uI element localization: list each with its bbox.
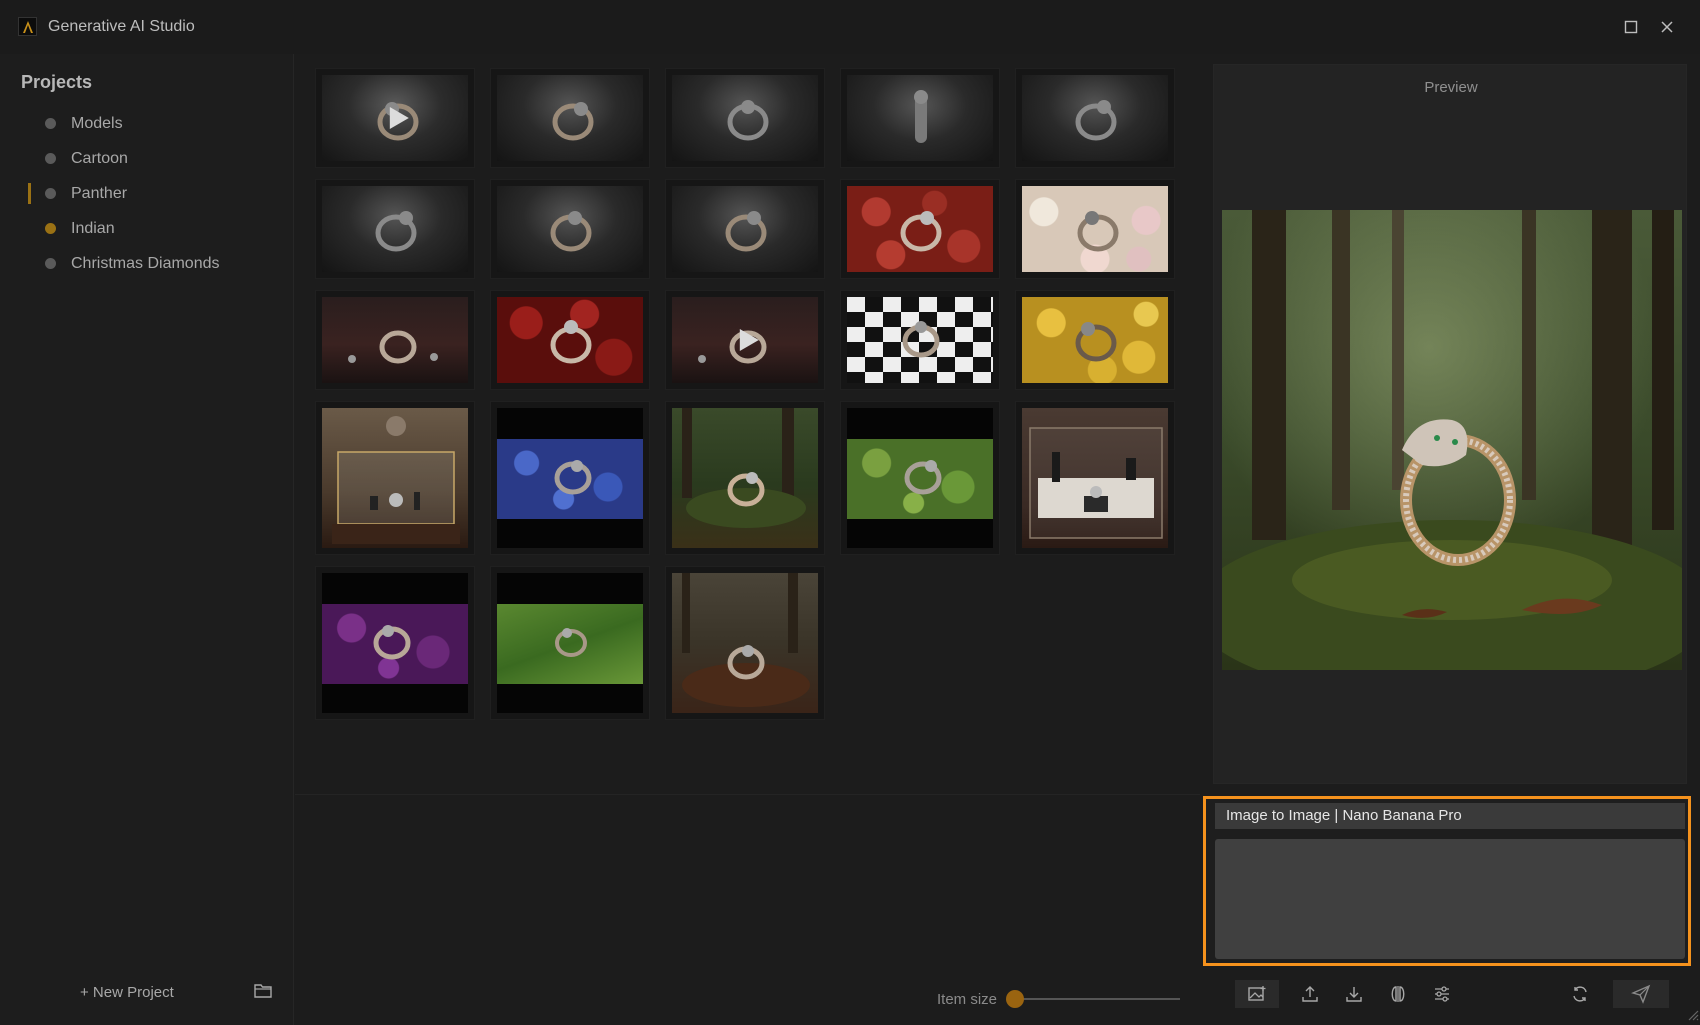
project-label: Christmas Diamonds xyxy=(71,254,220,272)
window-title: Generative AI Studio xyxy=(48,18,195,35)
gallery-item[interactable] xyxy=(1015,290,1175,390)
app-logo-icon xyxy=(18,17,37,36)
sidebar: Projects Models Cartoon Panther Indian C… xyxy=(0,54,294,1025)
project-dot xyxy=(45,258,56,269)
project-item-models[interactable]: Models xyxy=(0,106,294,141)
refresh-icon[interactable] xyxy=(1565,980,1595,1008)
title-bar: Generative AI Studio xyxy=(0,0,1700,54)
gallery-item[interactable] xyxy=(840,68,1000,168)
gallery-item[interactable] xyxy=(665,401,825,555)
prompt-input[interactable] xyxy=(1215,839,1685,959)
mode-label: Image to Image | Nano Banana Pro xyxy=(1226,807,1462,824)
project-dot xyxy=(45,118,56,129)
project-item-indian[interactable]: Indian xyxy=(0,211,294,246)
selected-marker xyxy=(28,183,31,204)
project-item-cartoon[interactable]: Cartoon xyxy=(0,141,294,176)
gallery-grid xyxy=(295,54,1200,794)
gallery-item[interactable] xyxy=(490,566,650,720)
project-item-panther[interactable]: Panther xyxy=(0,176,294,211)
maximize-icon[interactable] xyxy=(1618,14,1644,40)
close-icon[interactable] xyxy=(1654,14,1680,40)
preview-label: Preview xyxy=(1424,79,1478,96)
project-dot xyxy=(45,188,56,199)
play-icon xyxy=(389,107,409,129)
compare-icon[interactable] xyxy=(1383,980,1413,1008)
project-list: Models Cartoon Panther Indian Christmas … xyxy=(0,106,294,281)
gallery-item[interactable] xyxy=(1015,68,1175,168)
play-icon xyxy=(739,329,759,351)
add-image-icon[interactable] xyxy=(1235,980,1279,1008)
gallery-item[interactable] xyxy=(315,179,475,279)
mode-selector[interactable]: Image to Image | Nano Banana Pro xyxy=(1215,803,1685,829)
project-item-christmas-diamonds[interactable]: Christmas Diamonds xyxy=(0,246,294,281)
download-icon[interactable] xyxy=(1339,980,1369,1008)
project-label: Panther xyxy=(71,184,128,202)
gallery-item[interactable] xyxy=(490,290,650,390)
new-project-button[interactable]: + New Project xyxy=(80,984,174,1001)
project-label: Models xyxy=(71,114,123,132)
gallery-item[interactable] xyxy=(1015,401,1175,555)
gallery-item[interactable] xyxy=(840,179,1000,279)
gallery-item[interactable] xyxy=(490,179,650,279)
project-dot xyxy=(45,223,56,234)
prompt-panel: Image to Image | Nano Banana Pro xyxy=(1203,796,1691,966)
gallery-item[interactable] xyxy=(315,68,475,168)
folder-icon[interactable] xyxy=(254,982,274,1000)
gallery-item[interactable] xyxy=(315,290,475,390)
project-dot xyxy=(45,153,56,164)
app-window: Generative AI Studio Projects Models Car… xyxy=(0,0,1700,1025)
gallery-item[interactable] xyxy=(1015,179,1175,279)
gallery-item[interactable] xyxy=(840,290,1000,390)
gallery-item[interactable] xyxy=(490,401,650,555)
preview-panel: Preview xyxy=(1213,64,1687,784)
item-size-slider-knob[interactable] xyxy=(1006,990,1024,1008)
gallery-item[interactable] xyxy=(840,401,1000,555)
projects-heading: Projects xyxy=(21,72,93,92)
gallery-item[interactable] xyxy=(315,401,475,555)
gallery-item[interactable] xyxy=(665,179,825,279)
gallery-footer xyxy=(295,794,1200,1025)
send-icon[interactable] xyxy=(1613,980,1669,1008)
resize-grip-icon[interactable] xyxy=(1687,1008,1699,1022)
item-size-label: Item size xyxy=(937,991,998,1008)
prompt-toolbar xyxy=(1213,970,1687,1020)
upload-icon[interactable] xyxy=(1295,980,1325,1008)
project-label: Cartoon xyxy=(71,149,128,167)
gallery-item[interactable] xyxy=(490,68,650,168)
project-label: Indian xyxy=(71,219,115,237)
gallery-item[interactable] xyxy=(665,566,825,720)
preview-image[interactable] xyxy=(1222,210,1682,670)
item-size-slider-track[interactable] xyxy=(1015,998,1180,1000)
settings-sliders-icon[interactable] xyxy=(1427,980,1457,1008)
gallery-item[interactable] xyxy=(315,566,475,720)
gallery-item[interactable] xyxy=(665,68,825,168)
gallery-item[interactable] xyxy=(665,290,825,390)
